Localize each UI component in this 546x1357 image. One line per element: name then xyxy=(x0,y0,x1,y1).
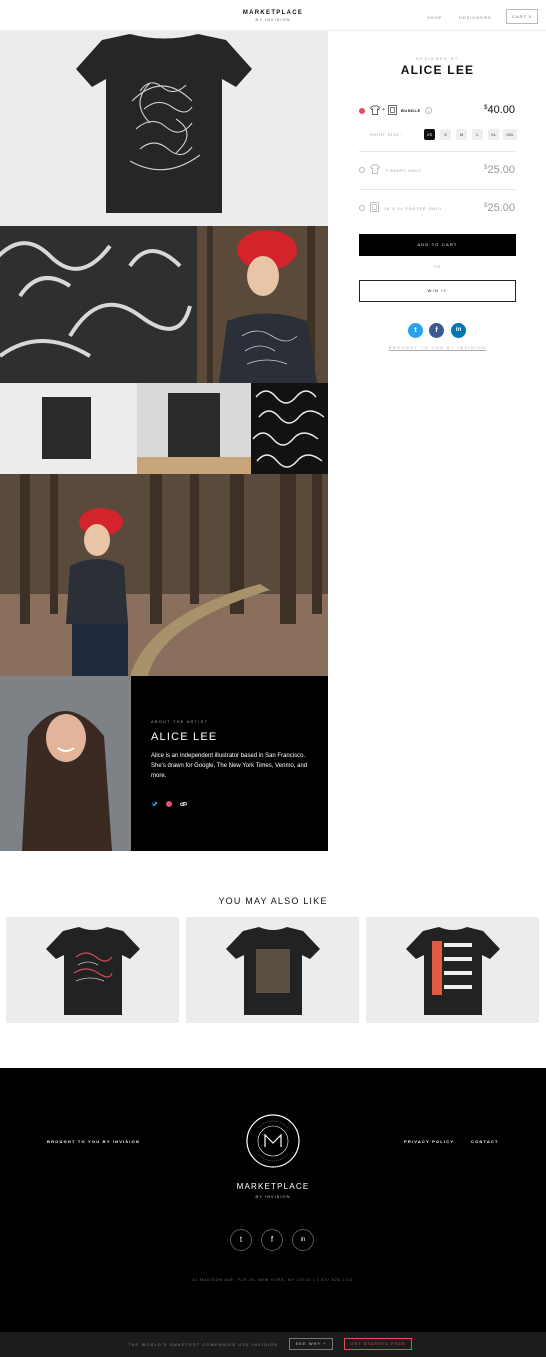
poster-image-1[interactable] xyxy=(0,383,137,474)
site-header: MARKETPLACE BY INVISION SHOP DESIGNERS C… xyxy=(0,0,546,31)
footer-brand-subtitle: BY INVISION xyxy=(255,1194,291,1199)
poster-only-radio[interactable] xyxy=(359,205,365,211)
contact-link[interactable]: CONTACT xyxy=(471,1139,499,1144)
about-artist-label: ABOUT THE ARTIST xyxy=(151,719,208,724)
poster-only-label: 18 X 24 POSTER ONLY xyxy=(384,206,443,211)
designers-seal-logo xyxy=(246,1114,300,1168)
link-icon[interactable] xyxy=(180,801,187,807)
bundle-radio[interactable] xyxy=(359,108,365,114)
twitter-icon[interactable] xyxy=(152,801,158,807)
divider xyxy=(359,189,516,190)
promo-bar: THE WORLD'S SMARTEST COMPANIES USE INVIS… xyxy=(0,1332,546,1357)
tshirt-only-label: T-SHIRT ONLY xyxy=(385,168,422,173)
poster-image-2[interactable] xyxy=(137,383,251,474)
footer-brand-title: MARKETPLACE xyxy=(236,1182,310,1191)
product-main-image[interactable] xyxy=(0,31,328,226)
lettering-detail-image[interactable] xyxy=(251,383,328,474)
tshirt-icon xyxy=(370,105,380,115)
model-photo-1[interactable] xyxy=(197,226,328,383)
divider xyxy=(359,151,516,152)
about-artist-panel: ABOUT THE ARTIST ALICE LEE Alice is an i… xyxy=(131,676,328,851)
linkedin-share-icon[interactable]: in xyxy=(451,323,466,338)
related-product-3[interactable] xyxy=(366,917,539,1023)
site-footer: BROUGHT TO YOU BY INVISION PRIVACY POLIC… xyxy=(0,1068,546,1332)
twitter-share-icon[interactable]: t xyxy=(408,323,423,338)
artist-name: ALICE LEE xyxy=(151,731,218,743)
bundle-price: $40.00 xyxy=(484,104,515,116)
win-it-button[interactable]: WIN IT xyxy=(359,280,516,302)
size-xl[interactable]: XL xyxy=(488,129,499,140)
size-m[interactable]: M xyxy=(456,129,467,140)
get-started-button[interactable]: GET STARTED FREE xyxy=(344,1338,412,1350)
add-to-cart-button[interactable]: ADD TO CART xyxy=(359,234,516,256)
related-product-2[interactable] xyxy=(186,917,359,1023)
forest-model-photo[interactable] xyxy=(0,474,328,676)
or-separator: OR xyxy=(433,264,442,269)
footer-brought-by-link[interactable]: BROUGHT TO YOU BY INVISION xyxy=(47,1139,140,1144)
footer-address: 41 MADISON AVE, FLR 25, NEW YORK, NY 100… xyxy=(192,1278,354,1282)
footer-twitter-icon[interactable]: t xyxy=(230,1229,252,1251)
size-s[interactable]: S xyxy=(440,129,451,140)
poster-icon xyxy=(370,202,379,212)
privacy-policy-link[interactable]: PRIVACY POLICY xyxy=(404,1139,454,1144)
poster-icon xyxy=(388,105,397,115)
also-like-title: YOU MAY ALSO LIKE xyxy=(218,896,328,906)
related-product-1[interactable] xyxy=(6,917,179,1023)
artist-photo xyxy=(0,676,131,851)
artist-bio: Alice is an independent illustrator base… xyxy=(151,753,308,779)
cart-button[interactable]: CART 0 xyxy=(506,9,538,24)
footer-linkedin-icon[interactable]: in xyxy=(292,1229,314,1251)
brought-by-link[interactable]: BROUGHT TO YOU BY INVISION xyxy=(359,345,516,350)
size-xs[interactable]: XS xyxy=(424,129,435,140)
poster-only-price: $25.00 xyxy=(484,202,515,214)
tshirt-icon xyxy=(370,164,380,174)
tshirt-only-radio[interactable] xyxy=(359,167,365,173)
shirt-size-label: SHIRT SIZE: xyxy=(370,132,402,137)
dribbble-icon[interactable] xyxy=(166,801,172,807)
facebook-share-icon[interactable]: f xyxy=(429,323,444,338)
bundle-label: BUNDLE xyxy=(401,108,421,113)
closeup-lettering-image[interactable] xyxy=(0,226,197,383)
footer-facebook-icon[interactable]: f xyxy=(261,1229,283,1251)
tshirt-only-price: $25.00 xyxy=(484,164,515,176)
size-l[interactable]: L xyxy=(472,129,483,140)
promo-text: THE WORLD'S SMARTEST COMPANIES USE INVIS… xyxy=(128,1342,279,1347)
designer-name[interactable]: ALICE LEE xyxy=(359,63,516,77)
nav-designers-link[interactable]: DESIGNERS xyxy=(459,15,492,20)
designed-by-label: DESIGNED BY xyxy=(416,56,459,61)
size-xxl[interactable]: XXL xyxy=(503,129,517,140)
nav-shop-link[interactable]: SHOP xyxy=(427,15,442,20)
see-why-button[interactable]: SEE WHY + xyxy=(289,1338,333,1350)
info-icon[interactable]: i xyxy=(425,107,432,114)
